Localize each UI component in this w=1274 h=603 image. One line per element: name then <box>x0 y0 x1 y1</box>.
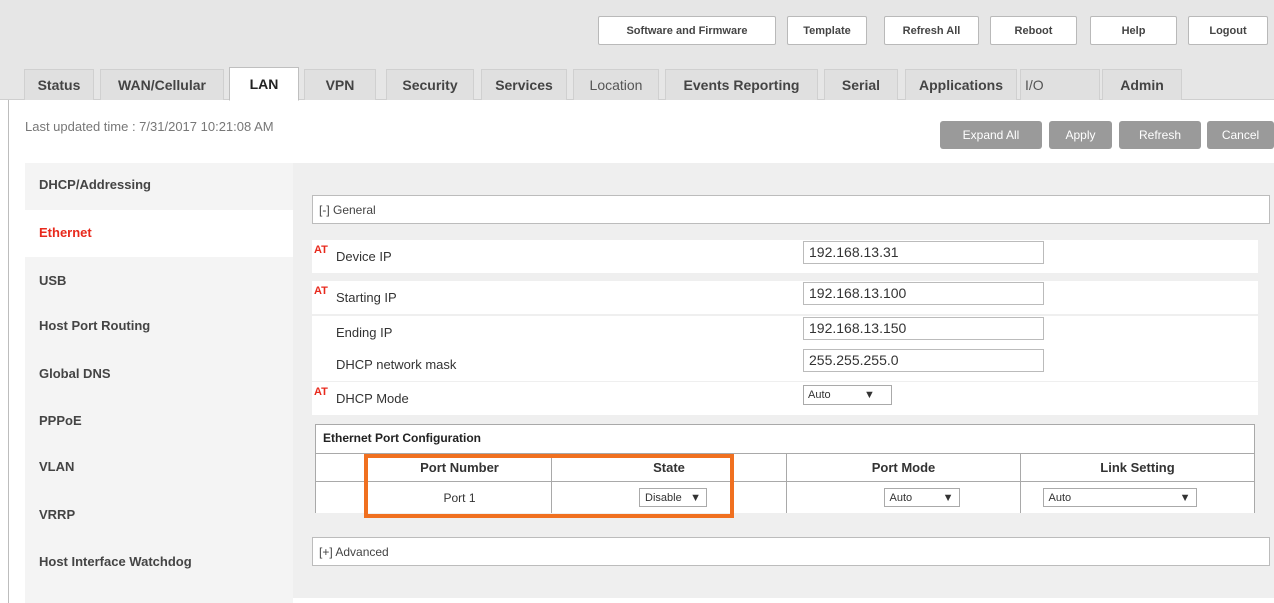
triangle-down-icon: ▼ <box>1179 491 1191 504</box>
starting-ip-input[interactable]: 192.168.13.100 <box>803 282 1044 305</box>
dhcp-mode-label: DHCP Mode <box>336 391 409 406</box>
reboot-button[interactable]: Reboot <box>990 16 1077 45</box>
ending-ip-label: Ending IP <box>336 325 393 340</box>
general-section-header[interactable]: [-] General <box>312 195 1270 224</box>
dhcp-mode-value: Auto <box>808 389 831 401</box>
logout-button[interactable]: Logout <box>1188 16 1268 45</box>
tab-admin[interactable]: Admin <box>1102 69 1182 100</box>
table-spacer-cell <box>315 481 367 513</box>
ending-ip-row: Ending IP 192.168.13.150 <box>312 316 1258 349</box>
tab-location[interactable]: Location <box>573 69 659 100</box>
sidebar-item-host-interface-watchdog[interactable]: Host Interface Watchdog <box>39 554 192 569</box>
cancel-button[interactable]: Cancel <box>1207 121 1274 149</box>
dhcp-network-mask-label: DHCP network mask <box>336 357 457 372</box>
link-setting-value: Auto <box>1048 491 1072 504</box>
help-button[interactable]: Help <box>1090 16 1177 45</box>
port-mode-cell: Auto ▼ <box>786 481 1020 513</box>
dhcp-network-mask-row: DHCP network mask 255.255.255.0 <box>312 348 1258 381</box>
tab-vpn[interactable]: VPN <box>304 69 376 100</box>
software-firmware-button[interactable]: Software and Firmware <box>598 16 776 45</box>
ending-ip-input[interactable]: 192.168.13.150 <box>803 317 1044 340</box>
sidebar-item-pppoe[interactable]: PPPoE <box>39 413 82 428</box>
link-setting-select[interactable]: Auto ▼ <box>1042 488 1197 507</box>
highlight-annotation-box <box>364 454 734 518</box>
link-setting-cell: Auto ▼ <box>1020 481 1255 513</box>
at-marker: AT <box>314 285 328 297</box>
ethernet-port-config-title: Ethernet Port Configuration <box>323 431 481 445</box>
sidebar-item-vrrp[interactable]: VRRP <box>39 507 75 522</box>
top-toolbar: Software and Firmware Template Refresh A… <box>0 0 1274 60</box>
tab-security[interactable]: Security <box>386 69 474 100</box>
dhcp-network-mask-input[interactable]: 255.255.255.0 <box>803 349 1044 372</box>
sidebar-item-usb[interactable]: USB <box>39 273 66 288</box>
at-marker: AT <box>314 244 328 256</box>
device-ip-label: Device IP <box>336 249 392 264</box>
tab-wan-cellular[interactable]: WAN/Cellular <box>100 69 224 100</box>
sidebar-item-global-dns[interactable]: Global DNS <box>39 366 111 381</box>
sidebar-item-host-port-routing[interactable]: Host Port Routing <box>39 318 150 333</box>
port-mode-value: Auto <box>889 491 913 504</box>
device-ip-input[interactable]: 192.168.13.31 <box>803 241 1044 264</box>
port-mode-header: Port Mode <box>786 453 1020 481</box>
main-tab-bar: Status WAN/Cellular LAN VPN Security Ser… <box>0 60 1274 101</box>
template-button[interactable]: Template <box>787 16 867 45</box>
tab-lan[interactable]: LAN <box>229 67 299 101</box>
tab-status[interactable]: Status <box>24 69 94 100</box>
triangle-down-icon: ▼ <box>942 491 954 504</box>
dhcp-mode-select[interactable]: Auto ▼ <box>803 385 892 405</box>
left-border-line <box>8 100 9 603</box>
tab-applications[interactable]: Applications <box>905 69 1017 100</box>
last-updated-text: Last updated time : 7/31/2017 10:21:08 A… <box>25 119 274 134</box>
refresh-button[interactable]: Refresh <box>1119 121 1201 149</box>
tab-services[interactable]: Services <box>481 69 567 100</box>
triangle-down-icon: ▼ <box>864 389 875 401</box>
at-marker: AT <box>314 386 328 398</box>
tab-io[interactable]: I/O <box>1020 69 1100 100</box>
sidebar-item-dhcp-addressing[interactable]: DHCP/Addressing <box>39 177 151 192</box>
table-spacer-header <box>315 453 367 481</box>
starting-ip-row: AT Starting IP 192.168.13.100 <box>312 281 1258 314</box>
tab-events-reporting[interactable]: Events Reporting <box>665 69 818 100</box>
dhcp-mode-row: AT DHCP Mode Auto ▼ <box>312 382 1258 415</box>
sidebar-items: DHCP/Addressing Ethernet USB Host Port R… <box>25 163 293 603</box>
tab-serial[interactable]: Serial <box>824 69 898 100</box>
device-ip-row: AT Device IP 192.168.13.31 <box>312 240 1258 273</box>
advanced-section-header[interactable]: [+] Advanced <box>312 537 1270 566</box>
starting-ip-label: Starting IP <box>336 290 397 305</box>
apply-button[interactable]: Apply <box>1049 121 1112 149</box>
port-mode-select[interactable]: Auto ▼ <box>883 488 960 507</box>
link-setting-header: Link Setting <box>1020 453 1255 481</box>
expand-all-button[interactable]: Expand All <box>940 121 1042 149</box>
sidebar-item-ethernet[interactable]: Ethernet <box>39 225 92 240</box>
refresh-all-button[interactable]: Refresh All <box>884 16 979 45</box>
sidebar-item-vlan[interactable]: VLAN <box>39 459 74 474</box>
